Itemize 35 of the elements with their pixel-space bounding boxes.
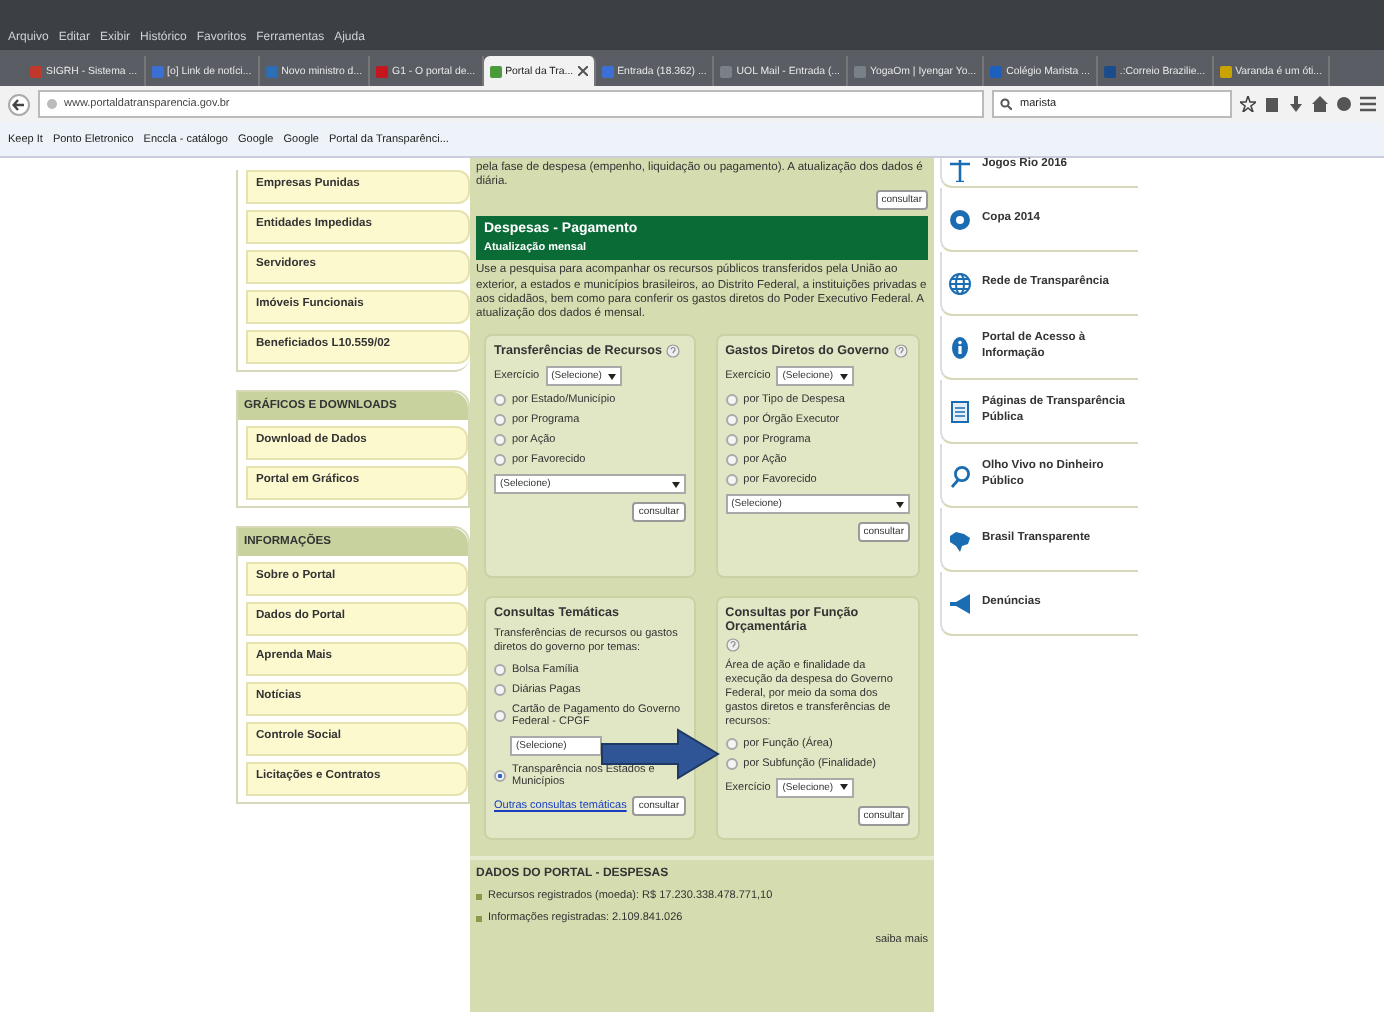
close-icon[interactable]: [577, 66, 588, 76]
radio-button[interactable]: [725, 414, 738, 427]
star-icon[interactable]: [1240, 96, 1256, 112]
help-icon[interactable]: [725, 638, 740, 653]
radio-button[interactable]: [725, 474, 738, 487]
menu-icon[interactable]: [1360, 96, 1376, 112]
radio-button[interactable]: [494, 684, 506, 697]
radio-button[interactable]: [725, 394, 738, 407]
home-icon[interactable]: [1312, 96, 1328, 112]
radio-button[interactable]: [494, 664, 506, 677]
help-icon[interactable]: [893, 344, 908, 359]
radio-button[interactable]: [494, 454, 506, 467]
caret-icon: [839, 784, 848, 791]
magnifier-icon: [948, 463, 972, 487]
document-icon: [948, 399, 972, 423]
radio-button[interactable]: [725, 434, 738, 447]
caret-icon: [671, 481, 680, 488]
radio-button[interactable]: [494, 434, 506, 447]
help-icon[interactable]: [666, 344, 680, 359]
megaphone-icon: [948, 591, 972, 615]
caret-icon: [607, 373, 616, 380]
download-icon[interactable]: [1288, 96, 1304, 112]
radio-button[interactable]: [725, 737, 738, 750]
caret-icon: [839, 373, 848, 380]
radio-button[interactable]: [494, 394, 506, 407]
arrow-drawing: [600, 728, 720, 780]
radio-button[interactable]: [494, 414, 506, 427]
search-icon: [1000, 98, 1012, 110]
info-icon: [948, 335, 972, 359]
radio-button[interactable]: [725, 454, 738, 467]
back-icon[interactable]: [8, 93, 30, 115]
radio-button[interactable]: [494, 710, 506, 723]
caret-icon: [896, 501, 904, 508]
radio-button[interactable]: [494, 770, 506, 783]
radio-button[interactable]: [725, 757, 738, 770]
